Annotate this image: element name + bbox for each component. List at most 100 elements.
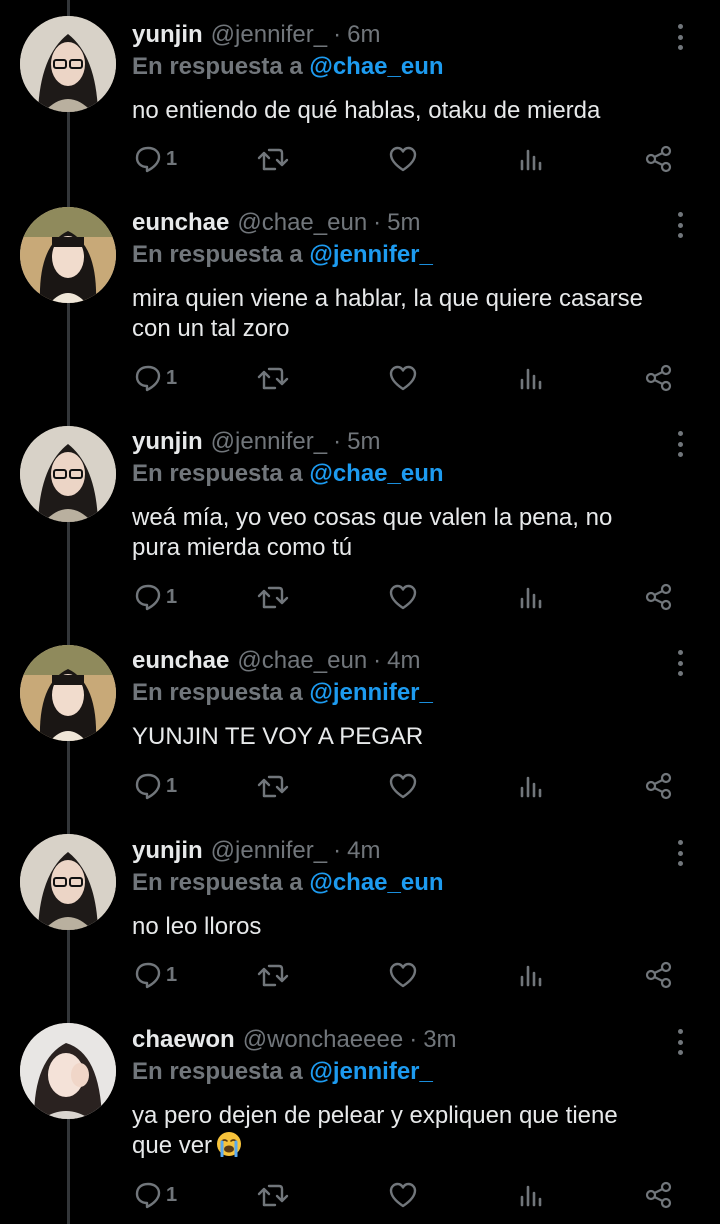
timestamp[interactable]: 3m: [423, 1026, 456, 1054]
tweet-text-line: YUNJIN TE VOY A PEGAR: [132, 723, 424, 750]
share-button[interactable]: [644, 361, 674, 395]
reply-button[interactable]: 1: [134, 580, 177, 614]
retweet-icon: [257, 964, 289, 987]
reply-button[interactable]: 1: [134, 142, 177, 176]
action-bar: 1: [132, 142, 692, 176]
reply-prefix: En respuesta a: [132, 1058, 303, 1085]
avatar[interactable]: [20, 207, 116, 303]
views-icon: [520, 776, 542, 798]
reply-prefix: En respuesta a: [132, 679, 303, 706]
avatar[interactable]: [20, 645, 116, 741]
reply-icon: [135, 146, 161, 173]
retweet-icon: [257, 367, 289, 390]
reply-count: 1: [166, 585, 178, 608]
avatar[interactable]: [20, 834, 116, 930]
more-icon[interactable]: [670, 1029, 690, 1055]
more-icon[interactable]: [670, 212, 690, 238]
mention-link[interactable]: @jennifer_: [309, 679, 432, 706]
reply-button[interactable]: 1: [134, 769, 177, 803]
share-button[interactable]: [644, 958, 674, 992]
tweet-text: YUNJIN TE VOY A PEGAR: [132, 722, 692, 752]
like-icon: [389, 146, 417, 172]
user-handle[interactable]: @chae_eun: [237, 647, 367, 675]
more-icon[interactable]: [670, 650, 690, 676]
tweet-text: ya pero dejen de pelear y expliquen que …: [132, 1101, 692, 1161]
user-handle[interactable]: @jennifer_: [211, 21, 327, 49]
loudly-crying-face-emoji: [217, 1132, 242, 1157]
reply-context: En respuesta a @jennifer_: [132, 1058, 433, 1086]
retweet-button[interactable]: [257, 1178, 289, 1212]
action-bar: 1: [132, 1178, 692, 1212]
like-button[interactable]: [388, 769, 418, 803]
views-button[interactable]: [519, 142, 545, 176]
more-icon[interactable]: [670, 24, 690, 50]
tweet-text: mira quien viene a hablar, la que quiere…: [132, 284, 692, 344]
share-button[interactable]: [644, 142, 674, 176]
reply-count: 1: [166, 1183, 178, 1206]
tweet-text-line: pura mierda como tú: [132, 534, 353, 561]
timestamp[interactable]: 4m: [387, 647, 420, 675]
views-button[interactable]: [519, 958, 545, 992]
more-icon[interactable]: [670, 431, 690, 457]
display-name[interactable]: chaewon: [132, 1026, 235, 1054]
tweet-text-fragment: que ver: [132, 1132, 213, 1159]
user-handle[interactable]: @jennifer_: [211, 837, 327, 865]
retweet-button[interactable]: [257, 142, 289, 176]
share-icon: [645, 961, 672, 989]
views-icon: [520, 368, 542, 390]
timestamp[interactable]: 5m: [387, 209, 420, 237]
share-button[interactable]: [644, 769, 674, 803]
user-handle[interactable]: @chae_eun: [237, 209, 367, 237]
tweet-text-line: no leo lloros: [132, 913, 262, 940]
avatar[interactable]: [20, 1023, 116, 1119]
display-name[interactable]: eunchae: [132, 209, 229, 237]
reply-count: 1: [166, 147, 178, 170]
mention-link[interactable]: @chae_eun: [309, 460, 443, 487]
views-button[interactable]: [519, 769, 545, 803]
retweet-button[interactable]: [257, 580, 289, 614]
mention-link[interactable]: @jennifer_: [309, 241, 432, 268]
reply-icon: [135, 584, 161, 611]
tweet-text-line: mira quien viene a hablar, la que quiere…: [132, 285, 643, 312]
like-button[interactable]: [388, 580, 418, 614]
mention-link[interactable]: @chae_eun: [309, 869, 443, 896]
retweet-button[interactable]: [257, 769, 289, 803]
timestamp[interactable]: 6m: [347, 21, 380, 49]
action-bar: 1: [132, 361, 692, 395]
like-button[interactable]: [388, 1178, 418, 1212]
retweet-button[interactable]: [257, 958, 289, 992]
share-button[interactable]: [644, 1178, 674, 1212]
timestamp[interactable]: 5m: [347, 428, 380, 456]
reply-button[interactable]: 1: [134, 958, 177, 992]
display-name[interactable]: yunjin: [132, 837, 203, 865]
display-name[interactable]: yunjin: [132, 428, 203, 456]
mention-link[interactable]: @jennifer_: [309, 1058, 432, 1085]
views-button[interactable]: [519, 580, 545, 614]
mention-link[interactable]: @chae_eun: [309, 53, 443, 80]
separator-dot: ·: [409, 1026, 418, 1053]
display-name[interactable]: yunjin: [132, 21, 203, 49]
avatar[interactable]: [20, 426, 116, 522]
reply-prefix: En respuesta a: [132, 53, 303, 80]
like-button[interactable]: [388, 142, 418, 176]
like-button[interactable]: [388, 361, 418, 395]
tweet-header: yunjin @jennifer_ · 5m: [132, 425, 380, 459]
avatar[interactable]: [20, 16, 116, 112]
user-handle[interactable]: @wonchaeeee: [243, 1026, 403, 1054]
views-button[interactable]: [519, 361, 545, 395]
timestamp[interactable]: 4m: [347, 837, 380, 865]
reply-prefix: En respuesta a: [132, 460, 303, 487]
retweet-button[interactable]: [257, 361, 289, 395]
display-name[interactable]: eunchae: [132, 647, 229, 675]
views-button[interactable]: [519, 1178, 545, 1212]
user-handle[interactable]: @jennifer_: [211, 428, 327, 456]
reply-count: 1: [166, 963, 178, 986]
reply-count: 1: [166, 366, 178, 389]
like-button[interactable]: [388, 958, 418, 992]
share-button[interactable]: [644, 580, 674, 614]
like-icon: [389, 365, 417, 391]
more-icon[interactable]: [670, 840, 690, 866]
views-icon: [520, 965, 542, 987]
reply-button[interactable]: 1: [134, 361, 177, 395]
reply-button[interactable]: 1: [134, 1178, 177, 1212]
